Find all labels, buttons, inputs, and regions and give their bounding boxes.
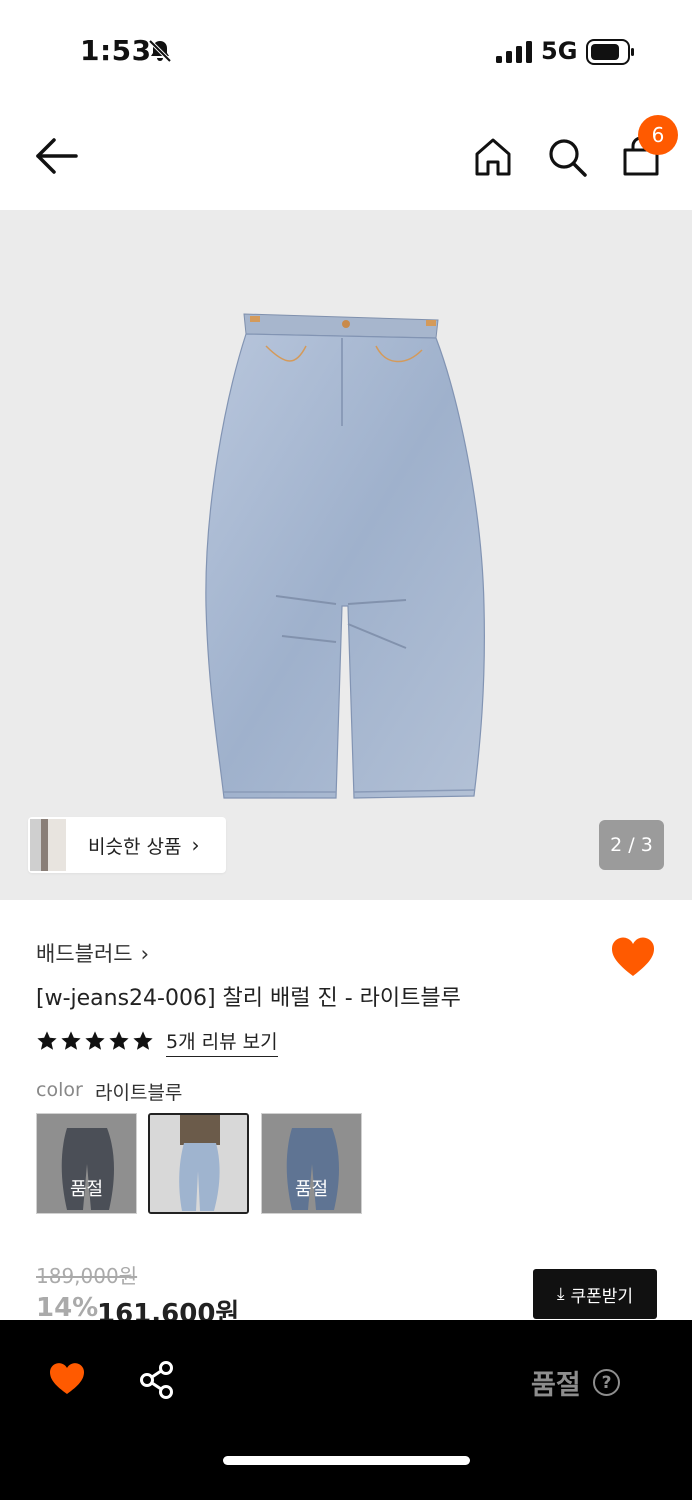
star-icon xyxy=(133,1031,153,1050)
original-price: 189,000원 xyxy=(36,1264,138,1288)
battery-icon xyxy=(586,39,634,65)
brand-link[interactable]: 배드블러드 › xyxy=(36,938,149,968)
chevron-right-icon: › xyxy=(191,833,200,857)
color-swatch[interactable]: 품절 xyxy=(261,1113,362,1214)
product-image xyxy=(205,313,485,799)
swatch-image xyxy=(150,1115,247,1212)
status-bar: 1:53 5G xyxy=(0,0,692,100)
product-image-gallery[interactable]: 비슷한 상품 › 2 / 3 xyxy=(0,210,692,900)
network-label: 5G xyxy=(541,37,578,65)
color-swatch-selected[interactable] xyxy=(148,1113,249,1214)
reviews-link[interactable]: 5개 리뷰 보기 xyxy=(166,1027,278,1057)
heart-icon[interactable] xyxy=(48,1362,86,1396)
coupon-label: 쿠폰받기 xyxy=(570,1286,634,1307)
color-option-value: 라이트블루 xyxy=(95,1082,183,1104)
product-title: [w-jeans24-006] 찰리 배럴 진 - 라이트블루 xyxy=(36,986,461,1011)
bottom-action-bar: 품절 ? xyxy=(0,1320,692,1500)
color-swatch[interactable]: 품절 xyxy=(36,1113,137,1214)
star-icon xyxy=(85,1031,105,1050)
signal-icon xyxy=(496,41,532,63)
home-icon[interactable] xyxy=(472,136,514,178)
cart-count-badge: 6 xyxy=(638,115,678,155)
soldout-label: 품절 xyxy=(69,1179,104,1200)
back-arrow-icon[interactable] xyxy=(30,134,82,178)
similar-products-button[interactable]: 비슷한 상품 › xyxy=(28,817,226,873)
rating-stars xyxy=(36,1030,154,1052)
brand-name: 배드블러드 xyxy=(36,942,133,966)
wishlist-heart-icon[interactable] xyxy=(610,936,656,978)
bell-off-icon xyxy=(148,39,172,63)
discount-rate: 14% xyxy=(36,1293,99,1323)
image-page-indicator: 2 / 3 xyxy=(599,820,664,870)
similar-products-label: 비슷한 상품 xyxy=(88,835,182,858)
star-icon xyxy=(61,1031,81,1050)
soldout-label: 품절 xyxy=(294,1179,329,1200)
star-icon xyxy=(109,1031,129,1050)
help-icon[interactable]: ? xyxy=(593,1369,620,1396)
download-icon: ⤓ xyxy=(556,1284,565,1304)
status-time: 1:53 xyxy=(80,34,152,67)
similar-thumbnail xyxy=(30,819,66,871)
star-icon xyxy=(37,1031,57,1050)
top-nav xyxy=(0,100,692,210)
get-coupon-button[interactable]: ⤓ 쿠폰받기 xyxy=(533,1269,657,1319)
home-indicator xyxy=(223,1456,470,1465)
search-icon[interactable] xyxy=(546,136,588,178)
soldout-status: 품절 xyxy=(531,1370,581,1401)
chevron-right-icon: › xyxy=(140,942,150,966)
share-icon[interactable] xyxy=(138,1360,176,1400)
color-option-key: color xyxy=(36,1079,83,1101)
